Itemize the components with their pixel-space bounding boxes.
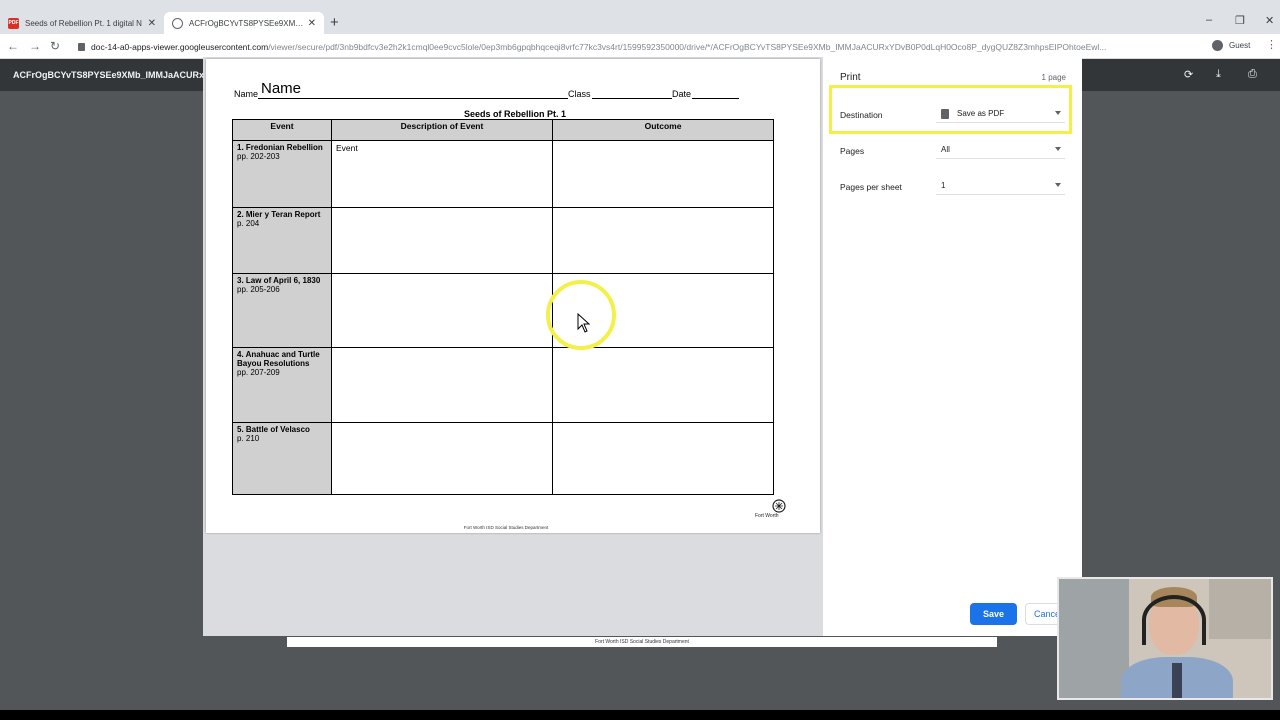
pdf-icon: PDF — [8, 17, 19, 29]
column-header-event: Event — [232, 119, 332, 141]
headset-icon — [1142, 595, 1206, 645]
document-icon — [941, 108, 949, 119]
name-blank — [258, 89, 568, 99]
print-preview: Name Name Class Date Seeds of Rebellion … — [203, 57, 823, 636]
destination-select[interactable]: Save as PDF — [936, 105, 1065, 123]
event-cell: 4. Anahuac and Turtle Bayou Resolutions p… — [232, 347, 332, 423]
table-row: 4. Anahuac and Turtle Bayou Resolutions p… — [232, 347, 774, 423]
url-path: /viewer/secure/pdf/3nb9bdfcv3e2h2k1cmql0… — [268, 41, 1107, 52]
profile-button[interactable]: Guest — [1212, 40, 1250, 51]
browser-tab-1[interactable]: PDF Seeds of Rebellion Pt. 1 digital N ✕ — [0, 12, 164, 34]
table-row: 1. Fredonian Rebellion pp. 202-203 Event — [232, 140, 774, 208]
outcome-cell[interactable] — [552, 422, 774, 495]
event-cell: 2. Mier y Teran Report p. 204 — [232, 207, 332, 274]
url-host: doc-14-a0-apps-viewer.googleusercontent.… — [91, 41, 269, 52]
presenter-tie — [1172, 663, 1182, 698]
save-button[interactable]: Save — [970, 603, 1017, 625]
tab-title: ACFrOgBCYvTS8PYSEe9XMb_IMM — [189, 18, 304, 28]
new-tab-button[interactable]: + — [330, 14, 339, 31]
close-tab-icon[interactable]: ✕ — [308, 18, 316, 29]
webcam-background — [1209, 579, 1271, 639]
class-label: Class — [568, 89, 591, 99]
rotate-icon[interactable]: ⟳ — [1184, 68, 1193, 81]
description-cell[interactable] — [331, 273, 553, 348]
document-footer: Fort Worth ISD Social Studies Department — [463, 525, 549, 530]
tab-title: Seeds of Rebellion Pt. 1 digital N — [25, 18, 142, 28]
restore-button[interactable]: ❐ — [1235, 14, 1245, 27]
menu-icon[interactable]: ⋮ — [1266, 38, 1277, 51]
back-icon[interactable]: ← — [7, 39, 19, 53]
description-cell[interactable] — [331, 422, 553, 495]
pages-select[interactable]: All — [936, 141, 1065, 159]
date-blank — [692, 89, 739, 99]
date-label: Date — [672, 89, 692, 99]
print-title: Print — [840, 72, 861, 83]
preview-page: Name Name Class Date Seeds of Rebellion … — [206, 59, 820, 533]
webcam-background — [1059, 579, 1129, 698]
forward-icon[interactable]: → — [29, 39, 41, 53]
browser-toolbar: ← → ↻ doc-14-a0-apps-viewer.googleuserco… — [0, 34, 1280, 59]
close-tab-icon[interactable]: ✕ — [148, 18, 156, 29]
chevron-down-icon — [1055, 183, 1061, 187]
class-blank — [592, 89, 672, 99]
table-row: 3. Law of April 6, 1830 pp. 205-206 — [232, 273, 774, 348]
table-row: 2. Mier y Teran Report p. 204 — [232, 207, 774, 274]
outcome-cell[interactable] — [552, 207, 774, 274]
pages-label: Pages — [840, 146, 865, 156]
print-dialog: Name Name Class Date Seeds of Rebellion … — [203, 57, 1082, 636]
table-row: 5. Battle of Velasco p. 210 — [232, 422, 774, 495]
webcam-overlay — [1057, 577, 1273, 700]
event-cell: 5. Battle of Velasco p. 210 — [232, 422, 332, 495]
close-window-button[interactable]: ✕ — [1265, 14, 1274, 27]
notes-table: Event Description of Event Outcome 1. Fr… — [232, 119, 774, 495]
pages-per-sheet-value: 1 — [941, 181, 946, 190]
outcome-cell[interactable] — [552, 140, 774, 208]
download-icon[interactable]: ⤓ — [1216, 68, 1221, 81]
pdf-title: ACFrOgBCYvTS8PYSEe9XMb_IMMJaACURxYDv — [13, 70, 203, 80]
page-count: 1 page — [1041, 73, 1066, 82]
document-title: Seeds of Rebellion Pt. 1 — [463, 109, 567, 119]
fwisd-logo: Fort Worth — [755, 499, 786, 519]
background-page-footer: Fort Worth ISD Social Studies Department — [287, 637, 997, 647]
pages-per-sheet-select[interactable]: 1 — [936, 177, 1065, 195]
browser-tab-strip: PDF Seeds of Rebellion Pt. 1 digital N ✕… — [0, 0, 1280, 34]
print-settings-panel: Print 1 page Destination Save as PDF Pag… — [823, 57, 1082, 636]
handwritten-name: Name — [261, 80, 302, 97]
avatar-icon — [1212, 40, 1223, 51]
pages-value: All — [941, 145, 950, 154]
lock-icon — [78, 42, 85, 51]
description-cell[interactable]: Event — [331, 140, 553, 208]
destination-value: Save as PDF — [957, 109, 1005, 118]
destination-label: Destination — [840, 110, 883, 120]
column-header-outcome: Outcome — [552, 119, 774, 141]
chevron-down-icon — [1055, 147, 1061, 151]
reload-icon[interactable]: ↻ — [50, 39, 60, 53]
outcome-cell[interactable] — [552, 347, 774, 423]
name-label: Name — [234, 89, 259, 99]
svg-text:Fort Worth: Fort Worth — [755, 513, 779, 519]
description-cell[interactable] — [331, 207, 553, 274]
pages-per-sheet-label: Pages per sheet — [840, 182, 902, 192]
mouse-pointer-icon — [577, 313, 591, 333]
globe-icon — [172, 17, 183, 29]
print-icon[interactable]: ⎙ — [1248, 68, 1257, 81]
minimize-button[interactable]: – — [1206, 14, 1212, 26]
description-cell[interactable] — [331, 347, 553, 423]
profile-label: Guest — [1229, 41, 1251, 50]
event-cell: 1. Fredonian Rebellion pp. 202-203 — [232, 140, 332, 208]
chevron-down-icon — [1055, 111, 1061, 115]
browser-tab-2[interactable]: ACFrOgBCYvTS8PYSEe9XMb_IMM ✕ — [164, 12, 324, 34]
address-bar[interactable]: doc-14-a0-apps-viewer.googleusercontent.… — [78, 38, 1200, 55]
column-header-description: Description of Event — [331, 119, 553, 141]
event-cell: 3. Law of April 6, 1830 pp. 205-206 — [232, 273, 332, 348]
